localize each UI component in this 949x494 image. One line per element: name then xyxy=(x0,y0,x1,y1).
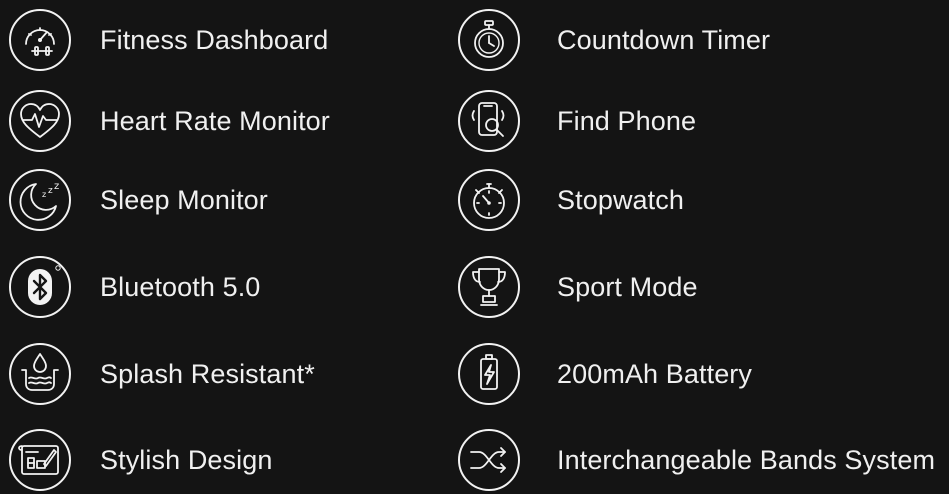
feature-label: 200mAh Battery xyxy=(557,358,753,389)
heart-rate-icon xyxy=(8,89,72,153)
feature-label: Find Phone xyxy=(557,105,697,136)
feature-heart-rate-monitor: Heart Rate Monitor xyxy=(8,87,330,155)
sleep-moon-icon: z z z xyxy=(8,168,72,232)
shuffle-arrows-icon xyxy=(457,428,521,492)
feature-label: Heart Rate Monitor xyxy=(100,105,330,136)
find-phone-icon xyxy=(457,89,521,153)
feature-bluetooth: Bluetooth 5.0 xyxy=(8,253,260,321)
design-blueprint-icon xyxy=(8,428,72,492)
svg-text:z: z xyxy=(54,181,59,192)
feature-battery: 200mAh Battery xyxy=(457,340,752,408)
feature-label: Splash Resistant* xyxy=(100,358,315,389)
feature-stylish-design: Stylish Design xyxy=(8,426,272,494)
water-drop-icon xyxy=(8,342,72,406)
feature-label: Stopwatch xyxy=(557,184,684,215)
feature-sport-mode: Sport Mode xyxy=(457,253,698,321)
feature-label: Sleep Monitor xyxy=(100,184,268,215)
battery-icon xyxy=(457,342,521,406)
trophy-icon xyxy=(457,255,521,319)
feature-label: Countdown Timer xyxy=(557,24,771,55)
bluetooth-icon xyxy=(8,255,72,319)
feature-splash-resistant: Splash Resistant* xyxy=(8,340,315,408)
feature-interchangeable-bands: Interchangeable Bands System xyxy=(457,426,935,494)
feature-label: Bluetooth 5.0 xyxy=(100,271,261,302)
feature-label: Fitness Dashboard xyxy=(100,24,329,55)
feature-find-phone: Find Phone xyxy=(457,87,696,155)
feature-label: Interchangeable Bands System xyxy=(557,444,936,475)
feature-countdown-timer: Countdown Timer xyxy=(457,6,770,74)
countdown-timer-icon xyxy=(457,8,521,72)
feature-label: Sport Mode xyxy=(557,271,698,302)
feature-grid: Fitness Dashboard Heart Rate Monitor z z… xyxy=(0,0,949,491)
svg-text:z: z xyxy=(42,190,46,199)
feature-fitness-dashboard: Fitness Dashboard xyxy=(8,6,328,74)
stopwatch-icon xyxy=(457,168,521,232)
fitness-dashboard-icon xyxy=(8,8,72,72)
feature-sleep-monitor: z z z Sleep Monitor xyxy=(8,166,268,234)
svg-text:z: z xyxy=(48,186,53,196)
feature-label: Stylish Design xyxy=(100,444,273,475)
feature-stopwatch: Stopwatch xyxy=(457,166,684,234)
